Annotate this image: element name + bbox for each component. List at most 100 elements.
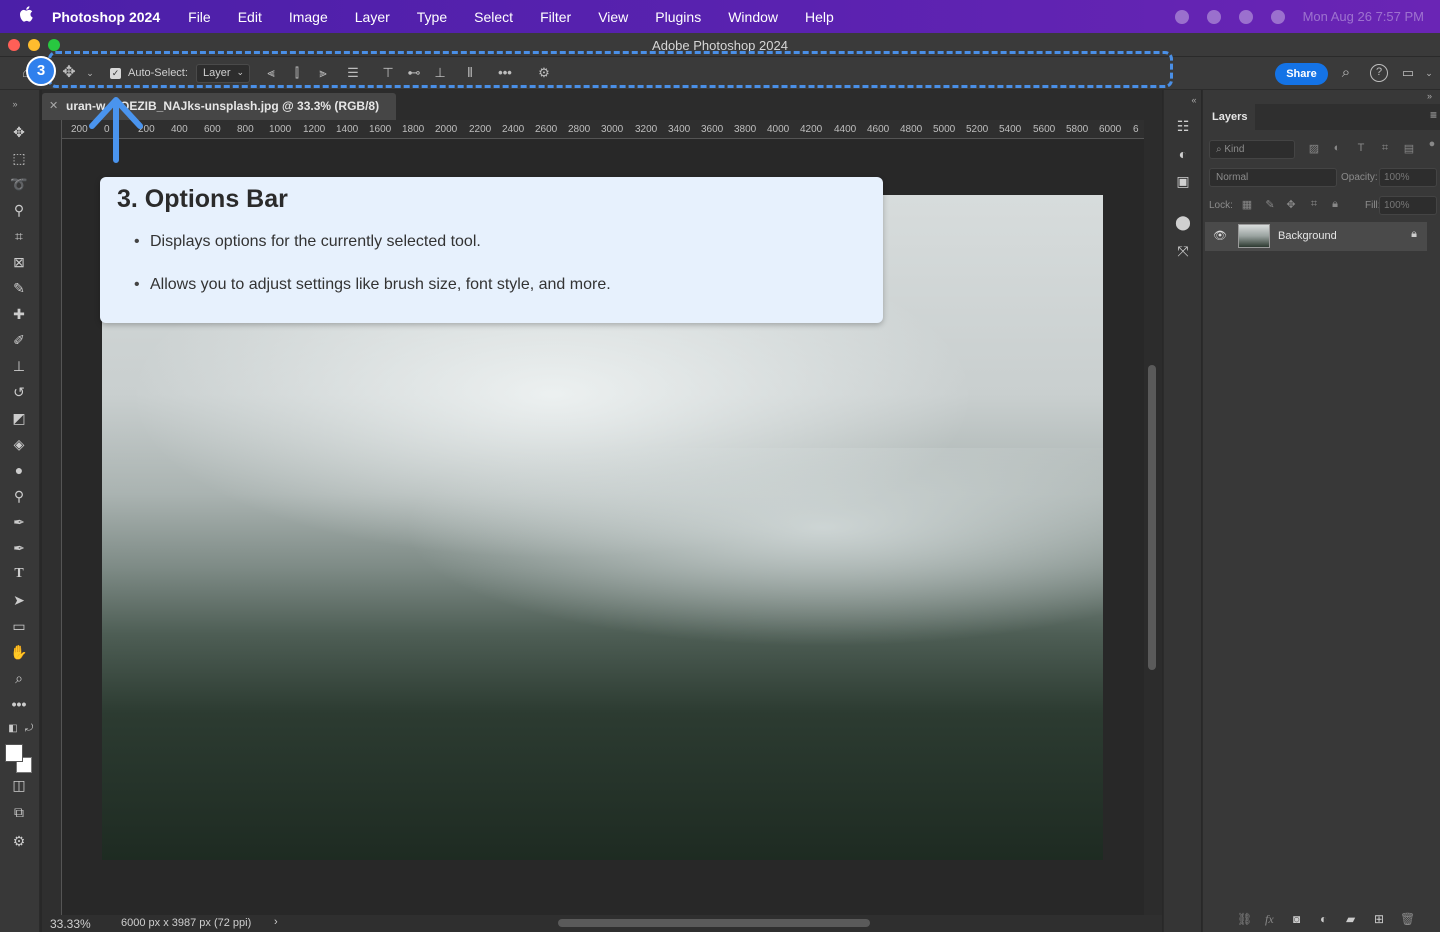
wifi-icon[interactable] xyxy=(1238,9,1253,24)
menu-view[interactable]: View xyxy=(598,9,628,25)
pen-tool-icon-2[interactable]: ✒ xyxy=(8,537,30,559)
libraries-panel-icon[interactable]: ▣ xyxy=(1173,171,1193,191)
zoom-level-field[interactable]: 33.33% xyxy=(50,917,91,931)
foreground-color-swatch[interactable] xyxy=(5,744,23,762)
paint-bucket-tool-icon[interactable]: ◈ xyxy=(8,433,30,455)
callout-bullet-list: Displays options for the currently selec… xyxy=(134,233,611,319)
paths-panel-icon[interactable]: ⤧ xyxy=(1173,241,1193,261)
ruler-tick: 4000 xyxy=(767,124,790,135)
zoom-tool-icon[interactable]: ⌕ xyxy=(8,667,30,689)
status-menu-arrow-icon[interactable]: › xyxy=(274,916,278,928)
adjustment-layer-icon[interactable]: ◐ xyxy=(1320,912,1327,926)
search-icon[interactable]: ⌕ xyxy=(1338,65,1354,81)
color-panel-icon[interactable]: ◐ xyxy=(1173,144,1193,164)
filter-shape-layers-icon[interactable]: ⌗ xyxy=(1378,142,1392,156)
menu-help[interactable]: Help xyxy=(805,9,834,25)
new-layer-icon[interactable]: ⊞ xyxy=(1374,912,1384,926)
rectangle-tool-icon[interactable]: ▭ xyxy=(8,615,30,637)
step-number-badge: 3 xyxy=(26,56,56,86)
path-selection-tool-icon[interactable]: ➤ xyxy=(8,589,30,611)
quick-mask-icon[interactable]: ◫ xyxy=(8,774,30,796)
crop-tool-icon[interactable]: ⌗ xyxy=(8,225,30,247)
brush-tool-icon[interactable]: ✐ xyxy=(8,329,30,351)
expand-panels-icon[interactable]: » xyxy=(1427,91,1432,101)
eyedropper-tool-icon[interactable]: ✎ xyxy=(8,277,30,299)
menu-edit[interactable]: Edit xyxy=(238,9,262,25)
healing-brush-tool-icon[interactable]: ✚ xyxy=(8,303,30,325)
adjustments-panel-icon[interactable]: ☷ xyxy=(1173,116,1193,136)
generative-fill-icon[interactable]: ⚙ xyxy=(8,830,30,852)
lock-position-icon[interactable]: ✥ xyxy=(1284,198,1298,212)
link-layers-icon[interactable]: ⛓ xyxy=(1237,912,1252,926)
horizontal-scrollbar-thumb[interactable] xyxy=(558,919,870,927)
tab-layers[interactable]: Layers xyxy=(1203,104,1255,130)
channels-panel-icon[interactable]: ⬤ xyxy=(1173,212,1193,232)
menu-layer[interactable]: Layer xyxy=(355,9,390,25)
apple-menu-icon[interactable] xyxy=(0,6,52,27)
menu-select[interactable]: Select xyxy=(474,9,513,25)
swap-colors-icon[interactable]: ⤾ xyxy=(18,718,40,740)
control-center-icon[interactable] xyxy=(1206,9,1221,24)
menu-file[interactable]: File xyxy=(188,9,211,25)
vertical-scrollbar[interactable] xyxy=(1144,120,1162,915)
add-mask-icon[interactable]: ◙ xyxy=(1293,912,1300,926)
dodge-tool-icon[interactable]: ⚲ xyxy=(8,485,30,507)
menu-type[interactable]: Type xyxy=(417,9,447,25)
filter-type-layers-icon[interactable]: T xyxy=(1354,142,1368,156)
menu-bar-clock[interactable]: Mon Aug 26 7:57 PM xyxy=(1303,9,1424,24)
menu-window[interactable]: Window xyxy=(728,9,778,25)
vertical-ruler[interactable] xyxy=(42,120,62,915)
filter-pixel-layers-icon[interactable]: ▨ xyxy=(1307,142,1321,156)
pen-tool-icon[interactable]: ✒ xyxy=(8,511,30,533)
ruler-tick: 4400 xyxy=(834,124,857,135)
collapse-panels-icon[interactable]: « xyxy=(1184,90,1204,110)
lock-transparent-pixels-icon[interactable]: ▦ xyxy=(1240,198,1254,212)
layer-style-fx-icon[interactable]: fx xyxy=(1265,912,1274,927)
share-button[interactable]: Share xyxy=(1275,63,1328,85)
workspace-icon[interactable]: ▭ xyxy=(1400,65,1416,81)
move-tool-icon[interactable]: ✥ xyxy=(8,121,30,143)
vertical-scrollbar-thumb[interactable] xyxy=(1148,365,1156,670)
lock-image-pixels-icon[interactable]: ✎ xyxy=(1263,198,1277,212)
help-icon[interactable]: ? xyxy=(1370,64,1388,82)
eye-icon[interactable]: 👁︎ xyxy=(1213,229,1227,242)
layer-name[interactable]: Background xyxy=(1278,230,1337,242)
lock-all-icon[interactable]: 🔒︎ xyxy=(1328,198,1342,212)
fill-field[interactable]: 100% xyxy=(1379,196,1437,215)
filter-adjustment-layers-icon[interactable]: ◐ xyxy=(1330,142,1344,156)
panel-menu-icon[interactable]: ≡ xyxy=(1430,108,1437,122)
workspace-chevron-down-icon[interactable]: ⌄ xyxy=(1421,65,1437,81)
close-document-icon[interactable]: ✕ xyxy=(49,99,58,112)
horizontal-ruler[interactable]: 200 0 200 400 600 800 1000 1200 1400 160… xyxy=(62,120,1144,139)
lock-artboard-icon[interactable]: ⌗ xyxy=(1307,198,1321,212)
blend-mode-dropdown[interactable]: Normal xyxy=(1209,168,1337,187)
history-brush-tool-icon[interactable]: ↺ xyxy=(8,381,30,403)
layer-filter-kind-dropdown[interactable]: ⌕ Kind xyxy=(1209,140,1295,159)
callout-bullet: Allows you to adjust settings like brush… xyxy=(134,276,611,294)
object-selection-tool-icon[interactable]: ⚲ xyxy=(8,199,30,221)
filter-toggle-icon[interactable]: ● xyxy=(1425,138,1439,152)
hand-tool-icon[interactable]: ✋ xyxy=(8,641,30,663)
menu-filter[interactable]: Filter xyxy=(540,9,571,25)
filter-smart-objects-icon[interactable]: ▤ xyxy=(1402,142,1416,156)
blur-tool-icon[interactable]: ● xyxy=(8,459,30,481)
app-name-menu[interactable]: Photoshop 2024 xyxy=(52,9,160,25)
status-icon[interactable] xyxy=(1174,9,1189,24)
new-group-folder-icon[interactable]: ▰ xyxy=(1346,912,1355,926)
opacity-label: Opacity: xyxy=(1341,172,1378,183)
menu-plugins[interactable]: Plugins xyxy=(655,9,701,25)
search-spotlight-icon[interactable] xyxy=(1270,9,1285,24)
trash-icon[interactable]: 🗑︎ xyxy=(1400,912,1415,926)
menu-image[interactable]: Image xyxy=(289,9,328,25)
screen-mode-icon[interactable]: ⧉ xyxy=(8,801,30,823)
eraser-tool-icon[interactable]: ◩ xyxy=(8,407,30,429)
rectangular-marquee-tool-icon[interactable]: ⬚ xyxy=(8,147,30,169)
frame-tool-icon[interactable]: ⊠ xyxy=(8,251,30,273)
collapse-panel-icon[interactable]: » xyxy=(4,93,26,115)
lasso-tool-icon[interactable]: ➰ xyxy=(8,173,30,195)
clone-stamp-tool-icon[interactable]: ⊥ xyxy=(8,355,30,377)
layer-row[interactable]: 👁︎ Background 🔒︎ xyxy=(1205,222,1427,251)
opacity-field[interactable]: 100% xyxy=(1379,168,1437,187)
edit-toolbar-icon[interactable]: ••• xyxy=(8,693,30,715)
type-tool-icon[interactable]: T xyxy=(8,563,30,585)
